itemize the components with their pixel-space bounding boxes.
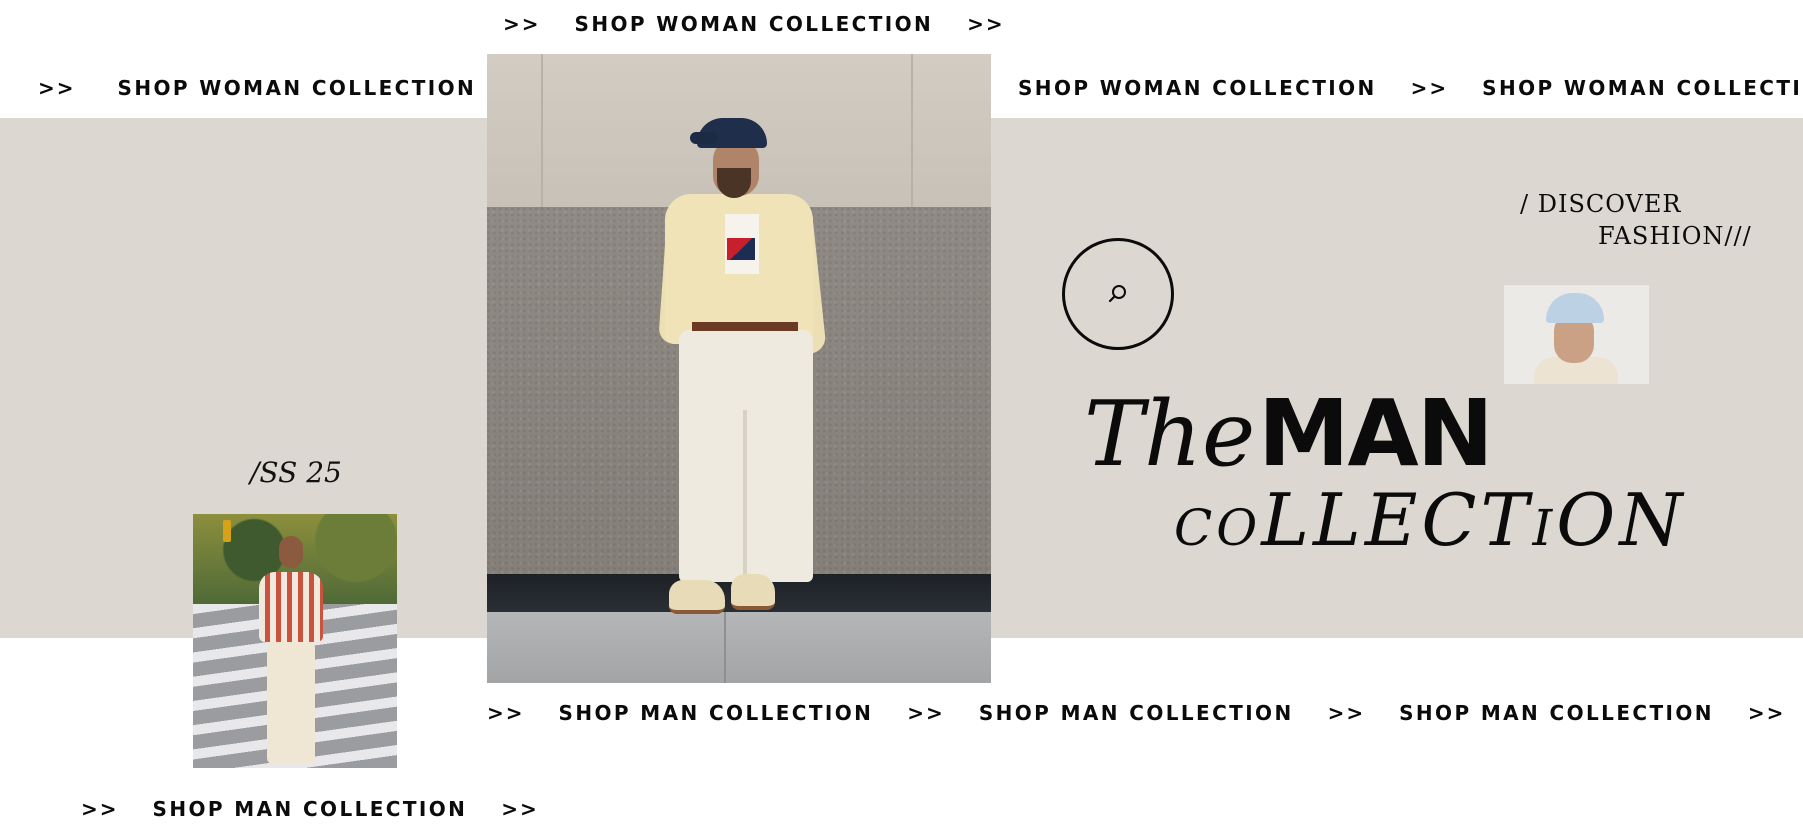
shop-woman-marquee-right[interactable]: SHOP WOMAN COLLECTION >> SHOP WOMAN COLL… [1018, 76, 1803, 100]
collection-page: >> SHOP WOMAN COLLECTION >> >> SHOP WOMA… [0, 0, 1803, 831]
marquee-arrow: >> [967, 12, 1005, 36]
marquee-arrow: >> [1327, 701, 1366, 725]
marquee-arrow: >> [1410, 76, 1449, 100]
marquee-arrow: >> [81, 797, 119, 821]
shop-woman-marquee-left[interactable]: >> SHOP WOMAN COLLECTION [38, 76, 476, 100]
discover-fashion-text: / DISCOVER FASHION/// [1520, 188, 1752, 252]
headline-man: MAN [1258, 380, 1494, 487]
season-label: /SS 25 [250, 456, 342, 489]
marquee-arrow: >> [1747, 701, 1786, 725]
shop-woman-link[interactable]: SHOP WOMAN COLLECTION [575, 12, 934, 36]
marquee-arrow: >> [487, 701, 525, 725]
headline-the: The [1084, 382, 1256, 487]
crosswalk-model-photo[interactable] [193, 514, 397, 768]
shop-woman-link[interactable]: SHOP WOMAN COLLECTION [1018, 76, 1377, 100]
shop-man-marquee-middle[interactable]: >> SHOP MAN COLLECTION >> SHOP MAN COLLE… [487, 701, 1785, 725]
search-circle-button[interactable] [1062, 238, 1174, 350]
shop-man-marquee-bottom[interactable]: >> SHOP MAN COLLECTION >> [81, 797, 539, 821]
shop-man-link[interactable]: SHOP MAN COLLECTION [1399, 701, 1714, 725]
marquee-arrow: >> [38, 76, 76, 100]
shop-man-link[interactable]: SHOP MAN COLLECTION [979, 701, 1294, 725]
shop-woman-link[interactable]: SHOP WOMAN COLLECTION [1482, 76, 1803, 100]
marquee-arrow: >> [503, 12, 541, 36]
main-model-photo[interactable] [487, 54, 991, 683]
shop-woman-link[interactable]: SHOP WOMAN COLLECTION [118, 76, 477, 100]
shop-woman-marquee-top[interactable]: >> SHOP WOMAN COLLECTION >> [503, 12, 1005, 36]
search-icon [1108, 285, 1126, 303]
discover-line-2: FASHION/// [1598, 222, 1752, 250]
cap-model-photo[interactable] [1504, 285, 1649, 384]
shop-man-link[interactable]: SHOP MAN COLLECTION [559, 701, 874, 725]
headline-collection: coLLECTiON [1174, 478, 1687, 562]
photo-pavement [487, 612, 991, 683]
shop-man-link[interactable]: SHOP MAN COLLECTION [153, 797, 468, 821]
discover-line-1: / DISCOVER [1520, 190, 1682, 218]
marquee-arrow: >> [907, 701, 945, 725]
marquee-arrow: >> [501, 797, 539, 821]
